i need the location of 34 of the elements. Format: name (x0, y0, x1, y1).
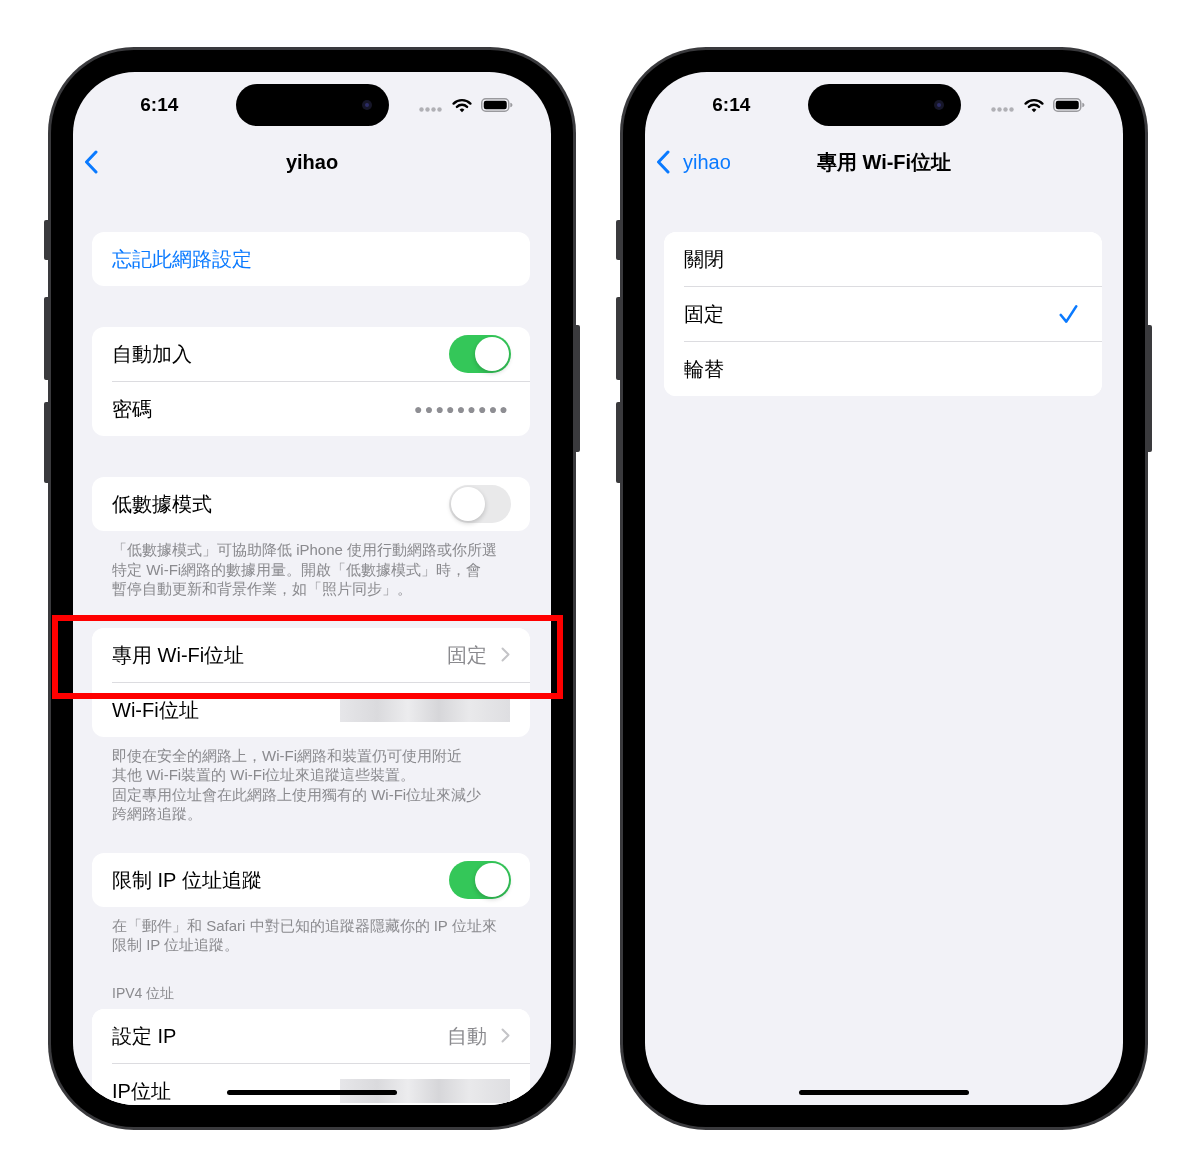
setting-label: Wi-Fi位址 (112, 697, 199, 722)
battery-icon (480, 98, 513, 112)
signal-dots-icon (418, 106, 443, 112)
toggle-switch[interactable] (449, 485, 511, 523)
setting-label: 低數據模式 (112, 492, 212, 516)
section-footer: 「低數據模式」可協助降低 iPhone 使用行動網路或你所選 特定 Wi-Fi網路的數據用量。開啟「低數據模式」時，會 暫停自動更新和背景作業，如「照片同步」。 (92, 531, 530, 599)
signal-dots-icon (990, 106, 1015, 112)
chevron-right-icon (501, 1028, 510, 1043)
wifi-icon (451, 97, 472, 113)
chevron-left-icon (84, 150, 98, 174)
chevron-left-icon (656, 150, 670, 174)
section-footer: 在「郵件」和 Safari 中對已知的追蹤器隱藏你的 IP 位址來 限制 IP 位址追蹤。 (92, 906, 530, 955)
setting-label: 自動加入 (112, 342, 192, 366)
row-value: 自動 (447, 1023, 487, 1048)
status-time: 6:14 (712, 94, 751, 116)
camera-lens-icon (361, 100, 372, 110)
section-header: IPV4 位址 (111, 983, 176, 1002)
status-time: 6:14 (140, 94, 179, 116)
battery-icon (1052, 98, 1085, 112)
masked-password: ●●●●●●●●● (414, 401, 510, 417)
toggle-switch[interactable] (449, 860, 511, 899)
setting-label: 密碼 (112, 397, 152, 421)
setting-label: IP位址 (112, 1078, 171, 1103)
camera-lens-icon (933, 100, 944, 110)
wifi-icon (1023, 97, 1044, 113)
setting-label: 限制 IP 位址追蹤 (112, 867, 262, 892)
row-value: 固定 (447, 642, 487, 667)
back-button[interactable] (84, 150, 98, 174)
back-button[interactable]: yihao (656, 150, 731, 174)
toggle-switch[interactable] (449, 335, 511, 373)
nav-title: yihao (285, 150, 339, 174)
chevron-right-icon (501, 647, 510, 662)
section-footer: 即使在安全的網路上，Wi-Fi網路和裝置仍可使用附近 其他 Wi-Fi裝置的 Wi-Fi位址來追蹤這些裝置。 固定專用位址會在此網路上使用獨有的 Wi-Fi位址來減少 跨網路追蹤。 (92, 736, 530, 824)
nav-title: 專用 Wi-Fi位址 (816, 150, 952, 174)
